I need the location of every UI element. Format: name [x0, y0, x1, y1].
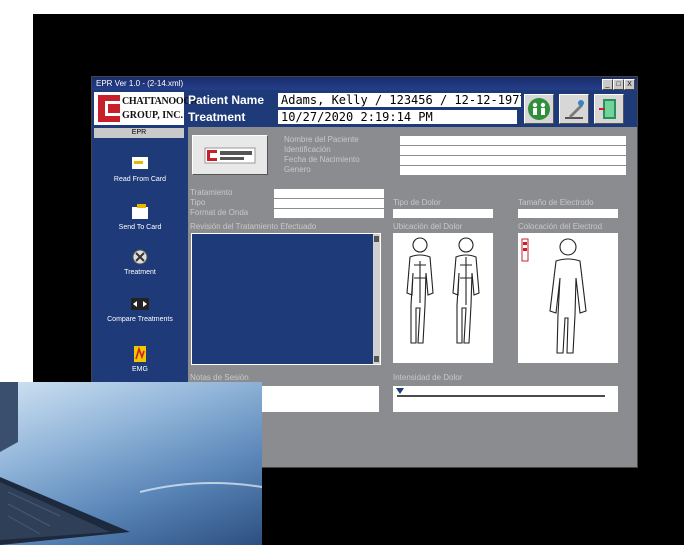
treatment-review-label: Revisión del Tratamiento Efectuado: [190, 222, 317, 231]
treatment-review-list[interactable]: [191, 233, 381, 365]
electrode-size-label: Tamaño de Electrodo: [518, 198, 594, 207]
pain-type-input[interactable]: [393, 209, 493, 218]
tab-epr[interactable]: EPR: [94, 128, 184, 138]
electrode-placement-label: Colocación del Electrod: [518, 222, 603, 231]
identification-input[interactable]: [400, 146, 626, 155]
waveform-input[interactable]: [274, 209, 384, 218]
sidebar-item-label: Compare Treatments: [107, 316, 173, 323]
review-scrollbar[interactable]: [373, 234, 380, 364]
sidebar-item-label: Send To Card: [118, 224, 162, 231]
session-notes-label: Notas de Sesión: [190, 373, 249, 382]
pain-location-label: Ubicación del Dolor: [393, 222, 463, 231]
gender-input[interactable]: [400, 166, 626, 175]
waveform-label: Format de Onda: [190, 208, 249, 217]
laptop-icon: [0, 382, 263, 545]
patient-name-field[interactable]: Adams, Kelly / 123456 / 12-12-1977 /: [278, 93, 521, 107]
pain-location-body-map[interactable]: [393, 233, 493, 363]
scroll-down-icon[interactable]: [374, 356, 379, 362]
pain-type-label: Tipo de Dolor: [393, 198, 441, 207]
logo-panel: [192, 135, 268, 175]
company-logo: CHATTANOOGA GROUP, INC.: [94, 92, 198, 125]
pain-intensity-slider[interactable]: [393, 386, 618, 412]
electrode-size-input[interactable]: [518, 209, 618, 218]
sidebar-item-emg[interactable]: EMG: [92, 345, 188, 373]
probe-icon[interactable]: [559, 94, 589, 124]
minimize-button[interactable]: _: [602, 79, 613, 90]
type-input[interactable]: [274, 199, 384, 208]
patient-name-label: Patient Name: [188, 93, 265, 107]
type-label: Tipo: [190, 198, 206, 207]
patient-name-input[interactable]: [400, 136, 626, 145]
slider-track: [396, 388, 605, 397]
logo-line-1: CHATTANOOGA: [122, 96, 198, 107]
patient-name-field-label: Nombre del Paciente: [284, 135, 359, 144]
sidebar-item-read-from-card[interactable]: Read From Card: [92, 155, 188, 183]
identification-label: Identificación: [284, 145, 331, 154]
birth-date-input[interactable]: [400, 156, 626, 165]
laptop-photo-overlay: [0, 382, 263, 545]
birth-date-label: Fecha de Nacimiento: [284, 155, 360, 164]
send-card-icon: [132, 204, 148, 219]
treatment-icon: [132, 249, 148, 265]
sidebar-item-label: Treatment: [124, 269, 156, 276]
maximize-button[interactable]: □: [613, 79, 624, 90]
gender-label: Genero: [284, 165, 311, 174]
sidebar-item-treatment[interactable]: Treatment: [92, 248, 188, 276]
body-outline-icon: [521, 238, 587, 354]
emg-icon: [134, 346, 146, 362]
electrode-placement-map[interactable]: [518, 233, 618, 363]
treatment-field-label: Tratamiento: [190, 188, 233, 197]
body-front-back-icon: [406, 237, 480, 344]
logo-mark-small-icon: [204, 147, 256, 164]
close-button[interactable]: X: [624, 79, 635, 90]
sidebar-item-compare-treatments[interactable]: Compare Treatments: [92, 295, 188, 323]
sidebar-item-label: Read From Card: [113, 176, 167, 183]
logo-line-2: GROUP, INC.: [122, 110, 184, 121]
exit-door-icon[interactable]: [594, 94, 624, 124]
treatment-field[interactable]: 10/27/2020 2:19:14 PM: [278, 110, 517, 124]
window-title: EPR Ver 1.0 - (2-14.xml): [96, 79, 184, 88]
title-bar: EPR Ver 1.0 - (2-14.xml) _ □ X: [92, 77, 637, 90]
family-icon[interactable]: [524, 94, 554, 124]
sidebar-item-send-to-card[interactable]: Send To Card: [92, 203, 188, 231]
treatment-label: Treatment: [188, 110, 246, 124]
slider-thumb-icon: [396, 388, 404, 394]
scroll-up-icon[interactable]: [374, 236, 379, 242]
read-card-icon: [132, 157, 148, 169]
treatment-input[interactable]: [274, 189, 384, 198]
compare-icon: [131, 298, 149, 310]
sidebar-item-label: EMG: [132, 366, 148, 373]
patient-header: CHATTANOOGA GROUP, INC. Patient Name Ada…: [92, 90, 637, 127]
pain-intensity-label: Intensidad de Dolor: [393, 373, 463, 382]
